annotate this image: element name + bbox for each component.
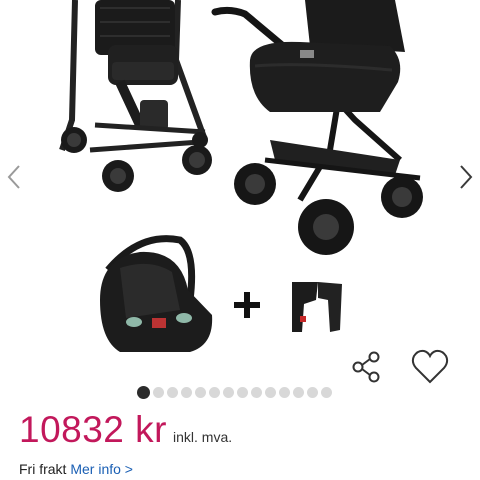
pagination-dot[interactable] — [279, 386, 290, 398]
plus-icon — [234, 292, 260, 318]
share-button[interactable] — [350, 350, 384, 384]
shipping-info: Fri frakt Mer info > — [19, 461, 133, 477]
pagination-dot[interactable] — [209, 386, 220, 398]
vat-note: inkl. mva. — [173, 429, 233, 445]
favorite-button[interactable] — [410, 348, 450, 386]
price-amount: 10832 kr — [19, 409, 167, 450]
pagination-dot[interactable] — [137, 385, 150, 399]
more-info-link[interactable]: Mer info > — [70, 461, 133, 477]
pagination-dot[interactable] — [265, 386, 276, 398]
pagination-dot[interactable] — [293, 386, 304, 398]
pagination-dot[interactable] — [167, 386, 178, 398]
stroller-seat-image — [59, 0, 212, 192]
share-icon — [352, 351, 380, 383]
adapter-image — [292, 282, 342, 332]
product-image[interactable] — [0, 0, 480, 372]
pagination-dot[interactable] — [195, 386, 206, 398]
pagination-dot[interactable] — [321, 386, 332, 398]
next-image-button[interactable] — [454, 162, 478, 192]
chevron-right-icon — [460, 165, 473, 189]
pagination-dot[interactable] — [223, 386, 234, 398]
price-row: 10832 kr inkl. mva. — [19, 409, 232, 451]
pagination-dot[interactable] — [307, 386, 318, 398]
image-pagination[interactable] — [137, 385, 332, 399]
previous-image-button[interactable] — [2, 162, 26, 192]
stroller-carrycot-image — [211, 0, 423, 255]
chevron-left-icon — [7, 165, 20, 189]
pagination-dot[interactable] — [181, 386, 192, 398]
heart-icon — [411, 349, 449, 384]
shipping-text: Fri frakt — [19, 461, 67, 477]
pagination-dot[interactable] — [153, 386, 164, 398]
product-image-gallery[interactable] — [0, 0, 480, 372]
pagination-dot[interactable] — [237, 386, 248, 398]
car-seat-image — [100, 235, 213, 352]
pagination-dot[interactable] — [251, 386, 262, 398]
